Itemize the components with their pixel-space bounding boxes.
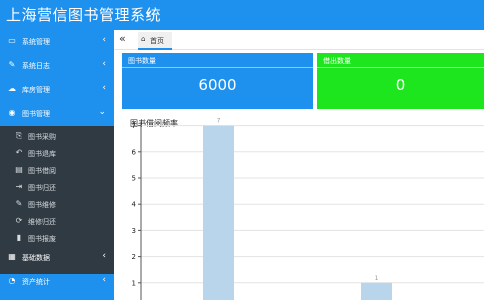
y-tick-label: 6 <box>132 148 137 156</box>
y-tick-label: 5 <box>132 175 136 183</box>
y-tick-label: 1 <box>132 279 136 287</box>
y-tick-label: 3 <box>132 227 136 235</box>
bar <box>203 125 234 300</box>
y-tick-label: 4 <box>132 201 137 209</box>
borrow-frequency-chart: 1 2 3 4 5 6 7 7 1 <box>132 118 484 300</box>
y-tick-label: 2 <box>132 253 136 261</box>
data-label: 7 <box>217 118 221 125</box>
data-label: 1 <box>375 275 379 282</box>
bar <box>361 282 392 300</box>
y-tick-label: 7 <box>132 122 136 130</box>
